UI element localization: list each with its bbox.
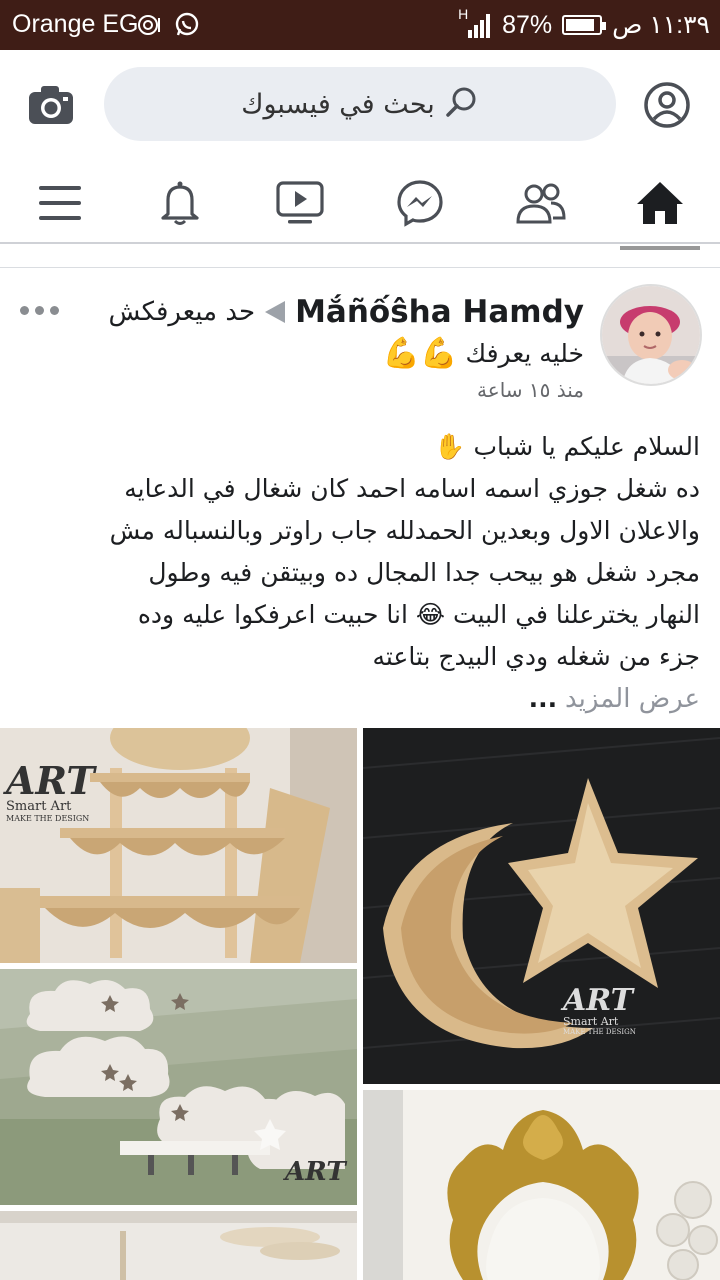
tab-watch[interactable]: [265, 168, 335, 238]
previous-post-sliver: [620, 246, 700, 250]
clock: ١١:٣٩ ص: [612, 11, 710, 39]
tab-home[interactable]: [625, 168, 695, 238]
camera-icon[interactable]: [26, 80, 76, 130]
app-header: بحث في فيسبوك: [0, 50, 720, 160]
watermark: ART Smart Art MAKE THE DESIGN: [6, 758, 95, 823]
watermark-logo: ART: [563, 983, 634, 1018]
flexed-biceps-icon: 💪💪: [382, 336, 458, 371]
watermark-tagline: MAKE THE DESIGN: [563, 1028, 636, 1036]
carrier-name: Orange EG: [12, 10, 139, 38]
post-subtitle: خليه يعرفك 💪💪: [383, 336, 584, 371]
notifications-icon: [161, 181, 199, 225]
status-right: H 87% ١١:٣٩ ص: [458, 6, 710, 42]
tab-friends[interactable]: [505, 168, 575, 238]
profile-icon[interactable]: [642, 80, 692, 130]
tab-messenger[interactable]: [385, 168, 455, 238]
post-line: النهار يخترعلنا في البيت 😂 انا حبيت اعرف…: [137, 600, 700, 629]
watch-icon: [276, 181, 324, 224]
post-line: مجرد شغل هو بيحب جدا المجال ده وبيتقن في…: [148, 558, 700, 587]
see-more-line: عرض المزيد ...: [10, 678, 700, 720]
ellipsis: ...: [528, 684, 558, 713]
messenger-icon: [397, 180, 443, 227]
post-timestamp[interactable]: منذ ١٥ ساعة: [477, 378, 584, 402]
network-type: H: [458, 6, 469, 22]
caret-left-icon: [265, 301, 286, 323]
watermark: ART Smart Art MAKE THE DESIGN: [563, 983, 636, 1036]
watermark-tagline: MAKE THE DESIGN: [6, 814, 90, 823]
post-header-line: حد ميعرفكش Mắñốŝha Hamdy: [108, 292, 584, 332]
tab-notifications[interactable]: [145, 168, 215, 238]
tab-bar: [0, 160, 720, 244]
photo-wooden-shelves[interactable]: ART Smart Art MAKE THE DESIGN: [0, 728, 357, 963]
post-line: والاعلان الاول وبعدين الحمدلله جاب راوتر…: [109, 516, 700, 545]
home-icon: [637, 182, 683, 224]
status-bar: Orange EG H 87% ١١:٣٩ ص: [0, 0, 720, 50]
signal-icon: H: [458, 6, 492, 40]
friends-icon: [516, 183, 566, 224]
author-name[interactable]: Mắñốŝha Hamdy: [295, 294, 584, 330]
tab-menu[interactable]: [25, 168, 95, 238]
post-line: السلام عليكم يا شباب ✋: [434, 432, 700, 461]
radio-icon: [136, 12, 162, 38]
watermark: ART: [285, 1157, 346, 1187]
post-body: السلام عليكم يا شباب ✋ ده شغل جوزي اسمه …: [10, 426, 700, 720]
battery-fill: [566, 19, 595, 31]
search-icon: [445, 85, 479, 123]
photo-cloud-shelves[interactable]: ART: [0, 969, 357, 1205]
see-more-link[interactable]: عرض المزيد: [565, 684, 700, 714]
photo-gold-mirror[interactable]: [363, 1090, 720, 1280]
whatsapp-icon: [174, 12, 200, 38]
group-name[interactable]: حد ميعرفكش: [108, 297, 255, 327]
photo-wooden-item[interactable]: [0, 1211, 357, 1280]
avatar[interactable]: [600, 284, 702, 386]
menu-icon: [39, 186, 81, 220]
previous-post-edge: [0, 246, 720, 268]
subtitle-text: خليه يعرفك: [465, 339, 584, 368]
more-options-button[interactable]: [20, 306, 59, 315]
search-placeholder: بحث في فيسبوك: [241, 88, 435, 120]
search-bar[interactable]: بحث في فيسبوك: [104, 67, 616, 141]
photo-crescent-star[interactable]: ART Smart Art MAKE THE DESIGN: [363, 728, 720, 1084]
post-line: ده شغل جوزي اسمه اسامه احمد كان شغال في …: [124, 474, 700, 503]
feed-post: حد ميعرفكش Mắñốŝha Hamdy خليه يعرفك 💪💪 م…: [0, 268, 720, 1280]
post-line: جزء من شغله ودي البيدج بتاعته: [372, 642, 700, 671]
watermark-logo: ART: [285, 1157, 346, 1187]
watermark-logo: ART: [6, 758, 95, 803]
battery-percent: 87%: [502, 10, 553, 39]
battery-icon: [562, 15, 607, 35]
